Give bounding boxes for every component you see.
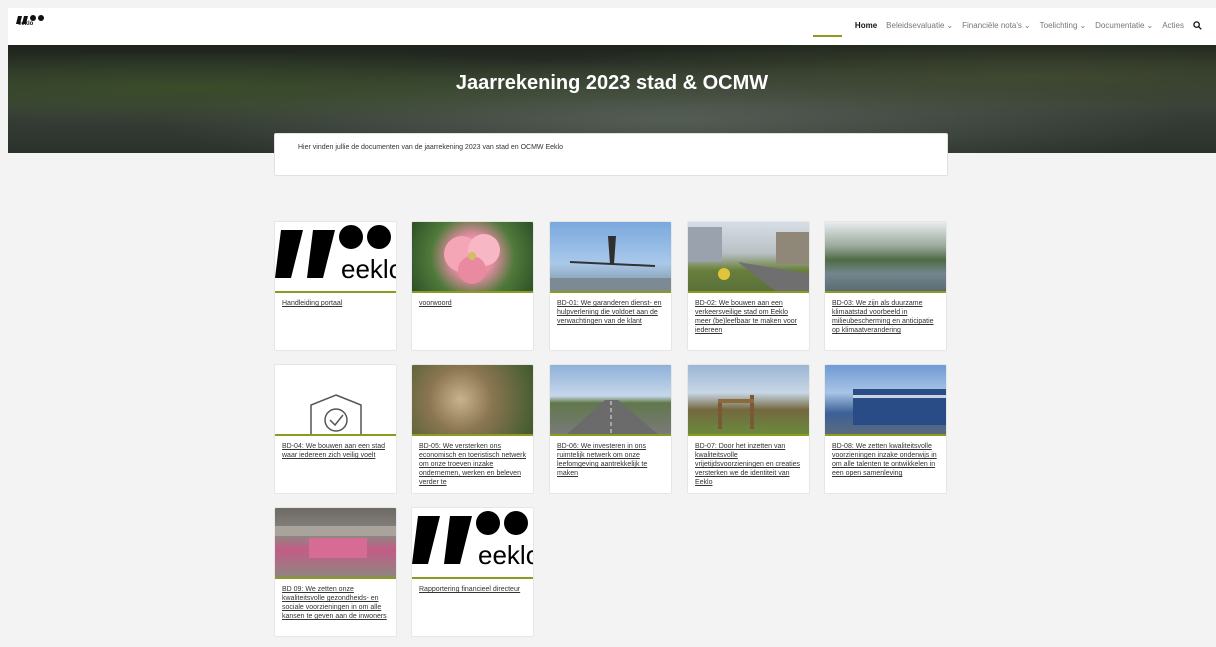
search-icon[interactable] (1193, 21, 1202, 30)
nav-toelichting-label: Toelichting (1039, 21, 1078, 30)
card-voorwoord[interactable]: voorwoord (411, 221, 534, 351)
nav-beleidsevaluatie[interactable]: Beleidsevaluatie ⌄ (886, 21, 953, 30)
card-label[interactable]: BD-04: We bouwen aan een stad waar ieder… (282, 442, 390, 493)
nav-documentatie-label: Documentatie (1095, 21, 1145, 30)
card-bd-06[interactable]: BD-06: We investeren in ons ruimtelijk n… (549, 364, 672, 494)
playground-photo (688, 365, 809, 436)
nav-active-indicator (813, 35, 842, 37)
nav-toelichting[interactable]: Toelichting ⌄ (1040, 21, 1087, 30)
chevron-down-icon: ⌄ (1079, 21, 1087, 30)
card-label[interactable]: BD-01: We garanderen dienst- en hulpverl… (557, 299, 665, 350)
card-label[interactable]: Rapportering financieel directeur (419, 585, 527, 636)
card-rapportering-financieel-directeur[interactable]: eeklo Rapportering financieel directeur (411, 507, 534, 637)
chevron-down-icon: ⌄ (1023, 21, 1031, 30)
card-bd-05[interactable]: BD-05: We versterken ons economisch en t… (411, 364, 534, 494)
chevron-down-icon: ⌄ (1146, 21, 1154, 30)
card-label[interactable]: Handleiding portaal (282, 299, 390, 350)
card-bd-09[interactable]: BD 09: We zetten onze kwaliteitsvolle ge… (274, 507, 397, 637)
nav-financiele-notas[interactable]: Financiële nota's ⌄ (962, 21, 1031, 30)
sculpture-photo (550, 222, 671, 293)
intro-text: Hier vinden jullie de documenten van de … (298, 144, 563, 151)
nav-acties-label: Acties (1162, 21, 1184, 30)
eeklo-logo-image: eeklo (412, 508, 533, 579)
svg-text:eeklo: eeklo (341, 254, 396, 284)
eeklo-logo-image: eeklo (275, 222, 396, 293)
street-photo (688, 222, 809, 293)
top-navbar: eeklo Home Beleidsevaluatie ⌄ Financiële … (8, 8, 1216, 45)
card-label[interactable]: voorwoord (419, 299, 527, 350)
terrace-photo (412, 365, 533, 436)
shield-check-icon (275, 365, 396, 436)
card-bd-03[interactable]: BD-03: We zijn als duurzame klimaatstad … (824, 221, 947, 351)
pink-flower-photo (412, 222, 533, 293)
building-photo (825, 365, 946, 436)
nav-acties[interactable]: Acties (1162, 21, 1184, 30)
main-nav: Home Beleidsevaluatie ⌄ Financiële nota's… (855, 21, 1202, 30)
card-bd-02[interactable]: BD-02: We bouwen aan een verkeersveilige… (687, 221, 810, 351)
card-bd-07[interactable]: BD-07: Door het inzetten van kwaliteitsv… (687, 364, 810, 494)
card-bd-04[interactable]: BD-04: We bouwen aan een stad waar ieder… (274, 364, 397, 494)
card-bd-08[interactable]: BD-08: We zetten kwaliteitsvolle voorzie… (824, 364, 947, 494)
lake-photo (825, 222, 946, 293)
pink-building-photo (275, 508, 396, 579)
chevron-down-icon: ⌄ (946, 21, 954, 30)
card-label[interactable]: BD-08: We zetten kwaliteitsvolle voorzie… (832, 442, 940, 493)
card-bd-01[interactable]: BD-01: We garanderen dienst- en hulpverl… (549, 221, 672, 351)
nav-beleidsevaluatie-label: Beleidsevaluatie (886, 21, 945, 30)
card-label[interactable]: BD-03: We zijn als duurzame klimaatstad … (832, 299, 940, 350)
nav-documentatie[interactable]: Documentatie ⌄ (1095, 21, 1153, 30)
card-label[interactable]: BD 09: We zetten onze kwaliteitsvolle ge… (282, 585, 390, 636)
logo-text: eeklo (18, 21, 34, 27)
nav-home-label: Home (854, 21, 878, 30)
card-handleiding-portaal[interactable]: eeklo Handleiding portaal (274, 221, 397, 351)
card-label[interactable]: BD-06: We investeren in ons ruimtelijk n… (557, 442, 665, 493)
card-label[interactable]: BD-02: We bouwen aan een verkeersveilige… (695, 299, 803, 350)
nav-home[interactable]: Home (855, 21, 877, 30)
intro-box: Hier vinden jullie de documenten van de … (274, 133, 948, 176)
page-title: Jaarrekening 2023 stad & OCMW (455, 72, 769, 94)
road-photo (550, 365, 671, 436)
card-label[interactable]: BD-07: Door het inzetten van kwaliteitsv… (695, 442, 803, 493)
svg-text:eeklo: eeklo (478, 540, 533, 570)
nav-financiele-notas-label: Financiële nota's (962, 21, 1022, 30)
card-label[interactable]: BD-05: We versterken ons economisch en t… (419, 442, 527, 493)
